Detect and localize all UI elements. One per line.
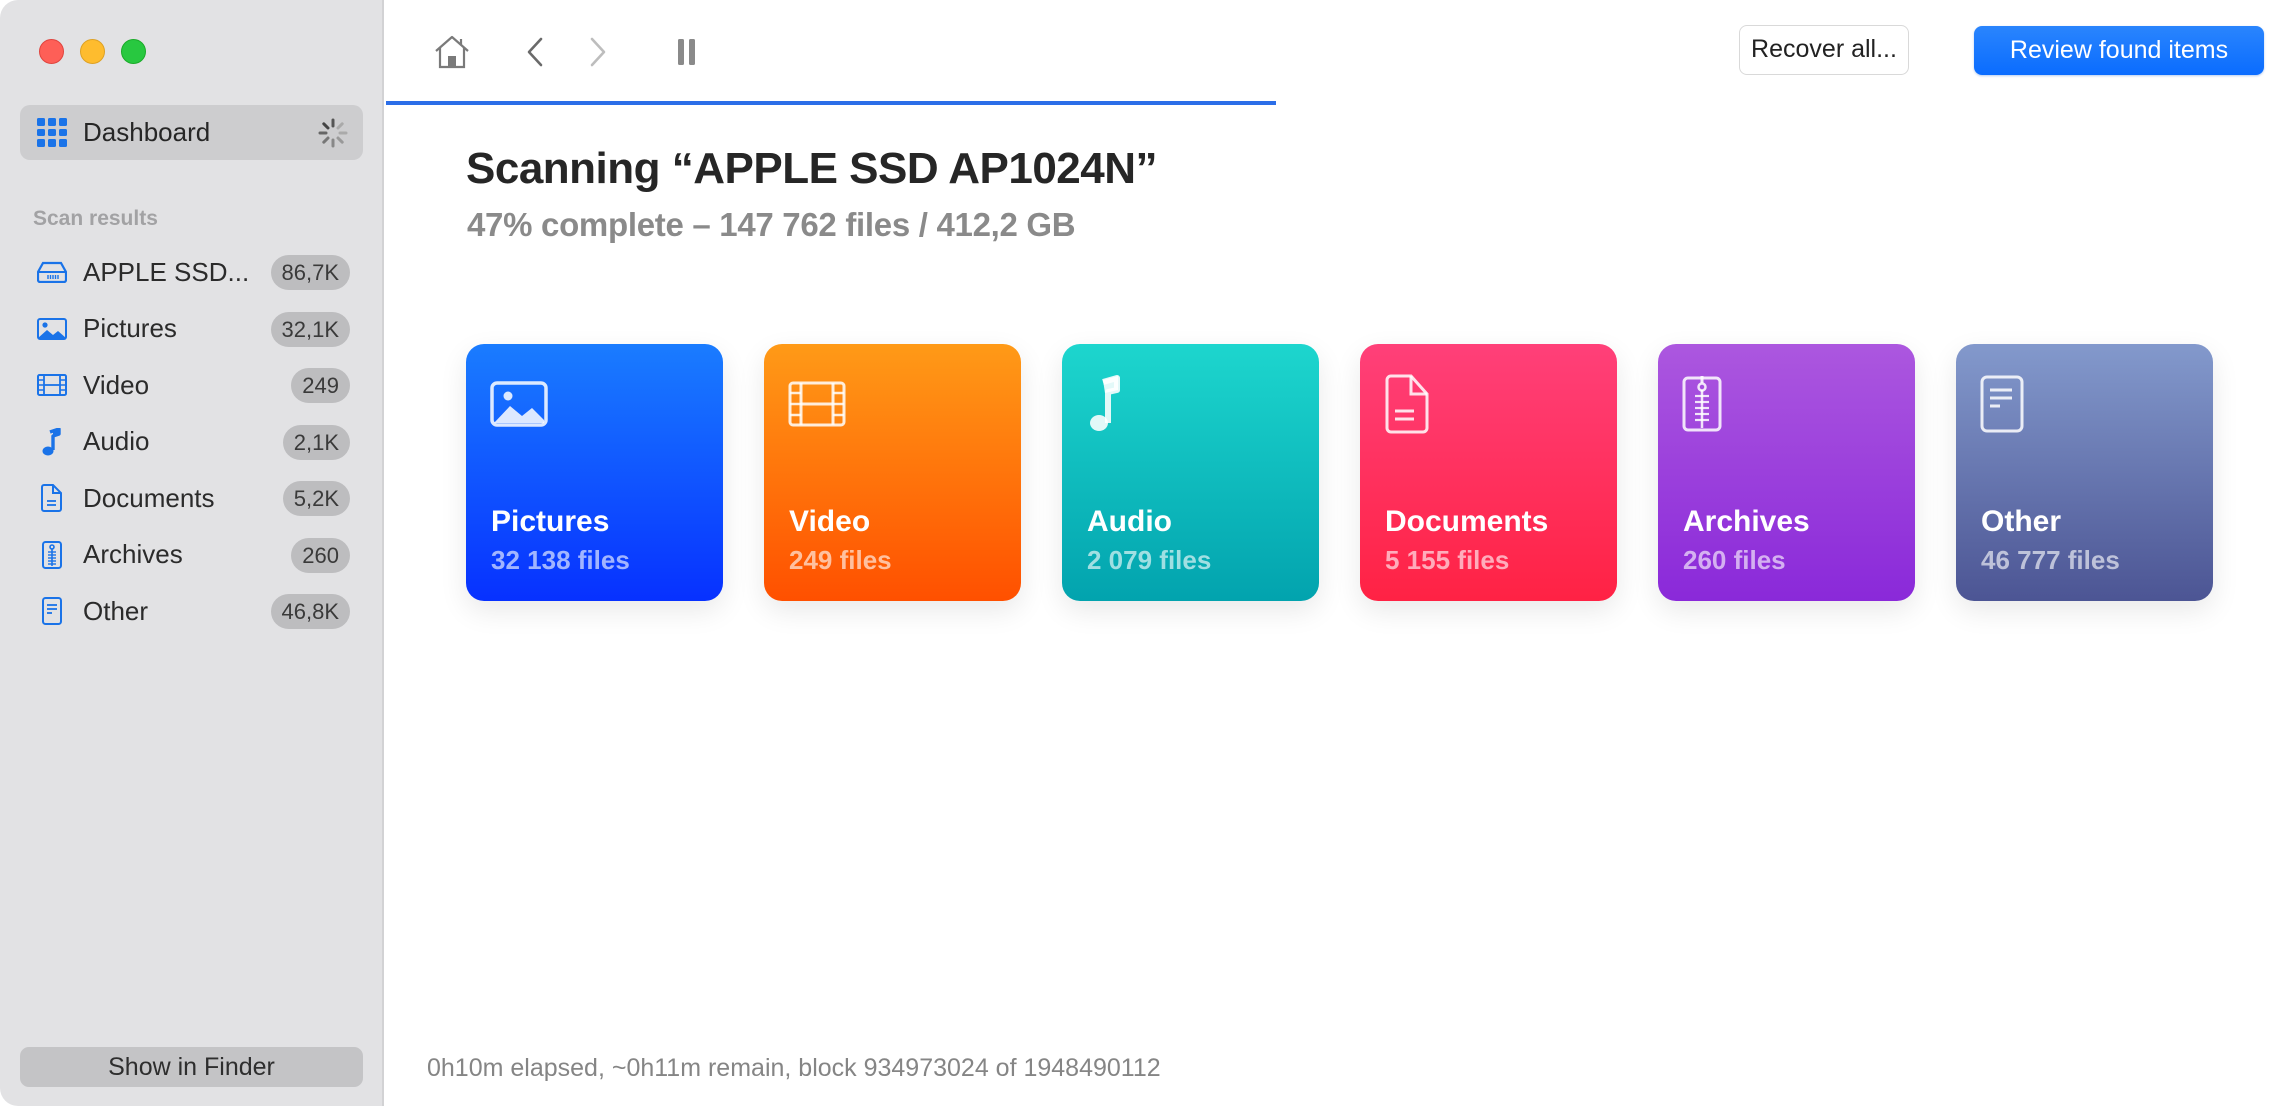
sidebar-item-label: Archives bbox=[83, 539, 183, 570]
sidebar: Dashboard Scan results APPLE SSD... 86,7… bbox=[0, 0, 384, 1106]
sidebar-item-video[interactable]: Video 249 bbox=[0, 357, 384, 414]
card-other[interactable]: Other 46 777 files bbox=[1956, 344, 2213, 601]
document-icon bbox=[37, 483, 67, 513]
count-badge: 2,1K bbox=[282, 424, 350, 460]
sidebar-item-label: Pictures bbox=[83, 313, 177, 344]
sidebar-item-label: Video bbox=[83, 369, 150, 400]
window-controls bbox=[39, 39, 146, 64]
maximize-window-button[interactable] bbox=[121, 39, 146, 64]
pictures-icon bbox=[490, 381, 548, 427]
pause-icon bbox=[678, 39, 695, 65]
home-icon bbox=[435, 35, 469, 69]
sidebar-item-label: Dashboard bbox=[83, 117, 211, 147]
music-note-icon bbox=[1090, 375, 1120, 431]
music-note-icon bbox=[37, 427, 67, 457]
scan-results-list: APPLE SSD... 86,7K Pictures 32,1K Video … bbox=[0, 244, 384, 640]
card-audio[interactable]: Audio 2 079 files bbox=[1062, 344, 1319, 601]
sidebar-item-label: Audio bbox=[83, 426, 150, 457]
card-file-count: 32 138 files bbox=[491, 545, 630, 575]
card-title: Other bbox=[1981, 505, 2062, 538]
back-icon bbox=[527, 37, 543, 67]
back-button[interactable] bbox=[520, 30, 550, 74]
sidebar-item-label: Other bbox=[83, 595, 149, 626]
grid-icon bbox=[37, 118, 67, 147]
loading-spinner-icon bbox=[318, 118, 348, 148]
sidebar-item-drive[interactable]: APPLE SSD... 86,7K bbox=[0, 244, 384, 301]
review-found-items-button[interactable]: Review found items bbox=[1974, 26, 2264, 75]
card-file-count: 2 079 files bbox=[1087, 545, 1212, 575]
sidebar-item-archives[interactable]: Archives 260 bbox=[0, 527, 384, 584]
card-pictures[interactable]: Pictures 32 138 files bbox=[466, 344, 723, 601]
card-title: Video bbox=[789, 505, 871, 538]
other-file-icon bbox=[37, 596, 67, 626]
card-documents[interactable]: Documents 5 155 files bbox=[1360, 344, 1617, 601]
forward-icon bbox=[590, 37, 606, 67]
card-title: Documents bbox=[1385, 505, 1549, 538]
scan-status-line: 0h10m elapsed, ~0h11m remain, block 9349… bbox=[427, 1054, 1161, 1082]
card-file-count: 249 files bbox=[789, 545, 892, 575]
count-badge: 249 bbox=[291, 368, 350, 403]
sidebar-item-audio[interactable]: Audio 2,1K bbox=[0, 414, 384, 471]
card-video[interactable]: Video 249 files bbox=[764, 344, 1021, 601]
card-title: Archives bbox=[1683, 505, 1810, 538]
sidebar-item-other[interactable]: Other 46,8K bbox=[0, 583, 384, 640]
page-title: Scanning “APPLE SSD AP1024N” bbox=[466, 144, 1158, 193]
show-in-finder-button[interactable]: Show in Finder bbox=[20, 1047, 363, 1087]
sidebar-item-dashboard[interactable]: Dashboard bbox=[20, 105, 363, 160]
archive-icon bbox=[1682, 376, 1722, 432]
video-icon bbox=[37, 370, 67, 400]
scan-results-heading: Scan results bbox=[33, 207, 158, 230]
archive-icon bbox=[37, 540, 67, 570]
other-file-icon bbox=[1980, 375, 2024, 433]
sidebar-item-pictures[interactable]: Pictures 32,1K bbox=[0, 301, 384, 358]
close-window-button[interactable] bbox=[39, 39, 64, 64]
count-badge: 32,1K bbox=[270, 311, 350, 347]
scan-progress-bar bbox=[386, 101, 2280, 105]
card-title: Audio bbox=[1087, 505, 1172, 538]
card-file-count: 260 files bbox=[1683, 545, 1786, 575]
count-badge: 260 bbox=[291, 537, 350, 573]
sidebar-item-documents[interactable]: Documents 5,2K bbox=[0, 470, 384, 527]
card-archives[interactable]: Archives 260 files bbox=[1658, 344, 1915, 601]
count-badge: 5,2K bbox=[282, 481, 350, 516]
card-title: Pictures bbox=[491, 505, 610, 538]
video-icon bbox=[788, 381, 846, 427]
count-badge: 86,7K bbox=[270, 255, 350, 290]
card-file-count: 5 155 files bbox=[1385, 545, 1510, 575]
minimize-window-button[interactable] bbox=[80, 39, 105, 64]
drive-icon bbox=[37, 257, 67, 287]
document-icon bbox=[1385, 374, 1429, 434]
sidebar-item-label: APPLE SSD... bbox=[83, 256, 250, 287]
pause-button[interactable] bbox=[672, 30, 702, 74]
category-cards: Pictures 32 138 files Video 249 files Au… bbox=[466, 344, 2213, 601]
home-button[interactable] bbox=[432, 30, 472, 74]
card-file-count: 46 777 files bbox=[1981, 545, 2120, 575]
count-badge: 46,8K bbox=[270, 594, 350, 629]
scan-progress-summary: 47% complete – 147 762 files / 412,2 GB bbox=[467, 206, 1076, 243]
recover-all-button[interactable]: Recover all... bbox=[1739, 25, 1909, 75]
forward-button[interactable] bbox=[583, 30, 613, 74]
scan-progress-fill bbox=[386, 101, 1277, 105]
sidebar-item-label: Documents bbox=[83, 482, 215, 513]
pictures-icon bbox=[37, 314, 67, 344]
